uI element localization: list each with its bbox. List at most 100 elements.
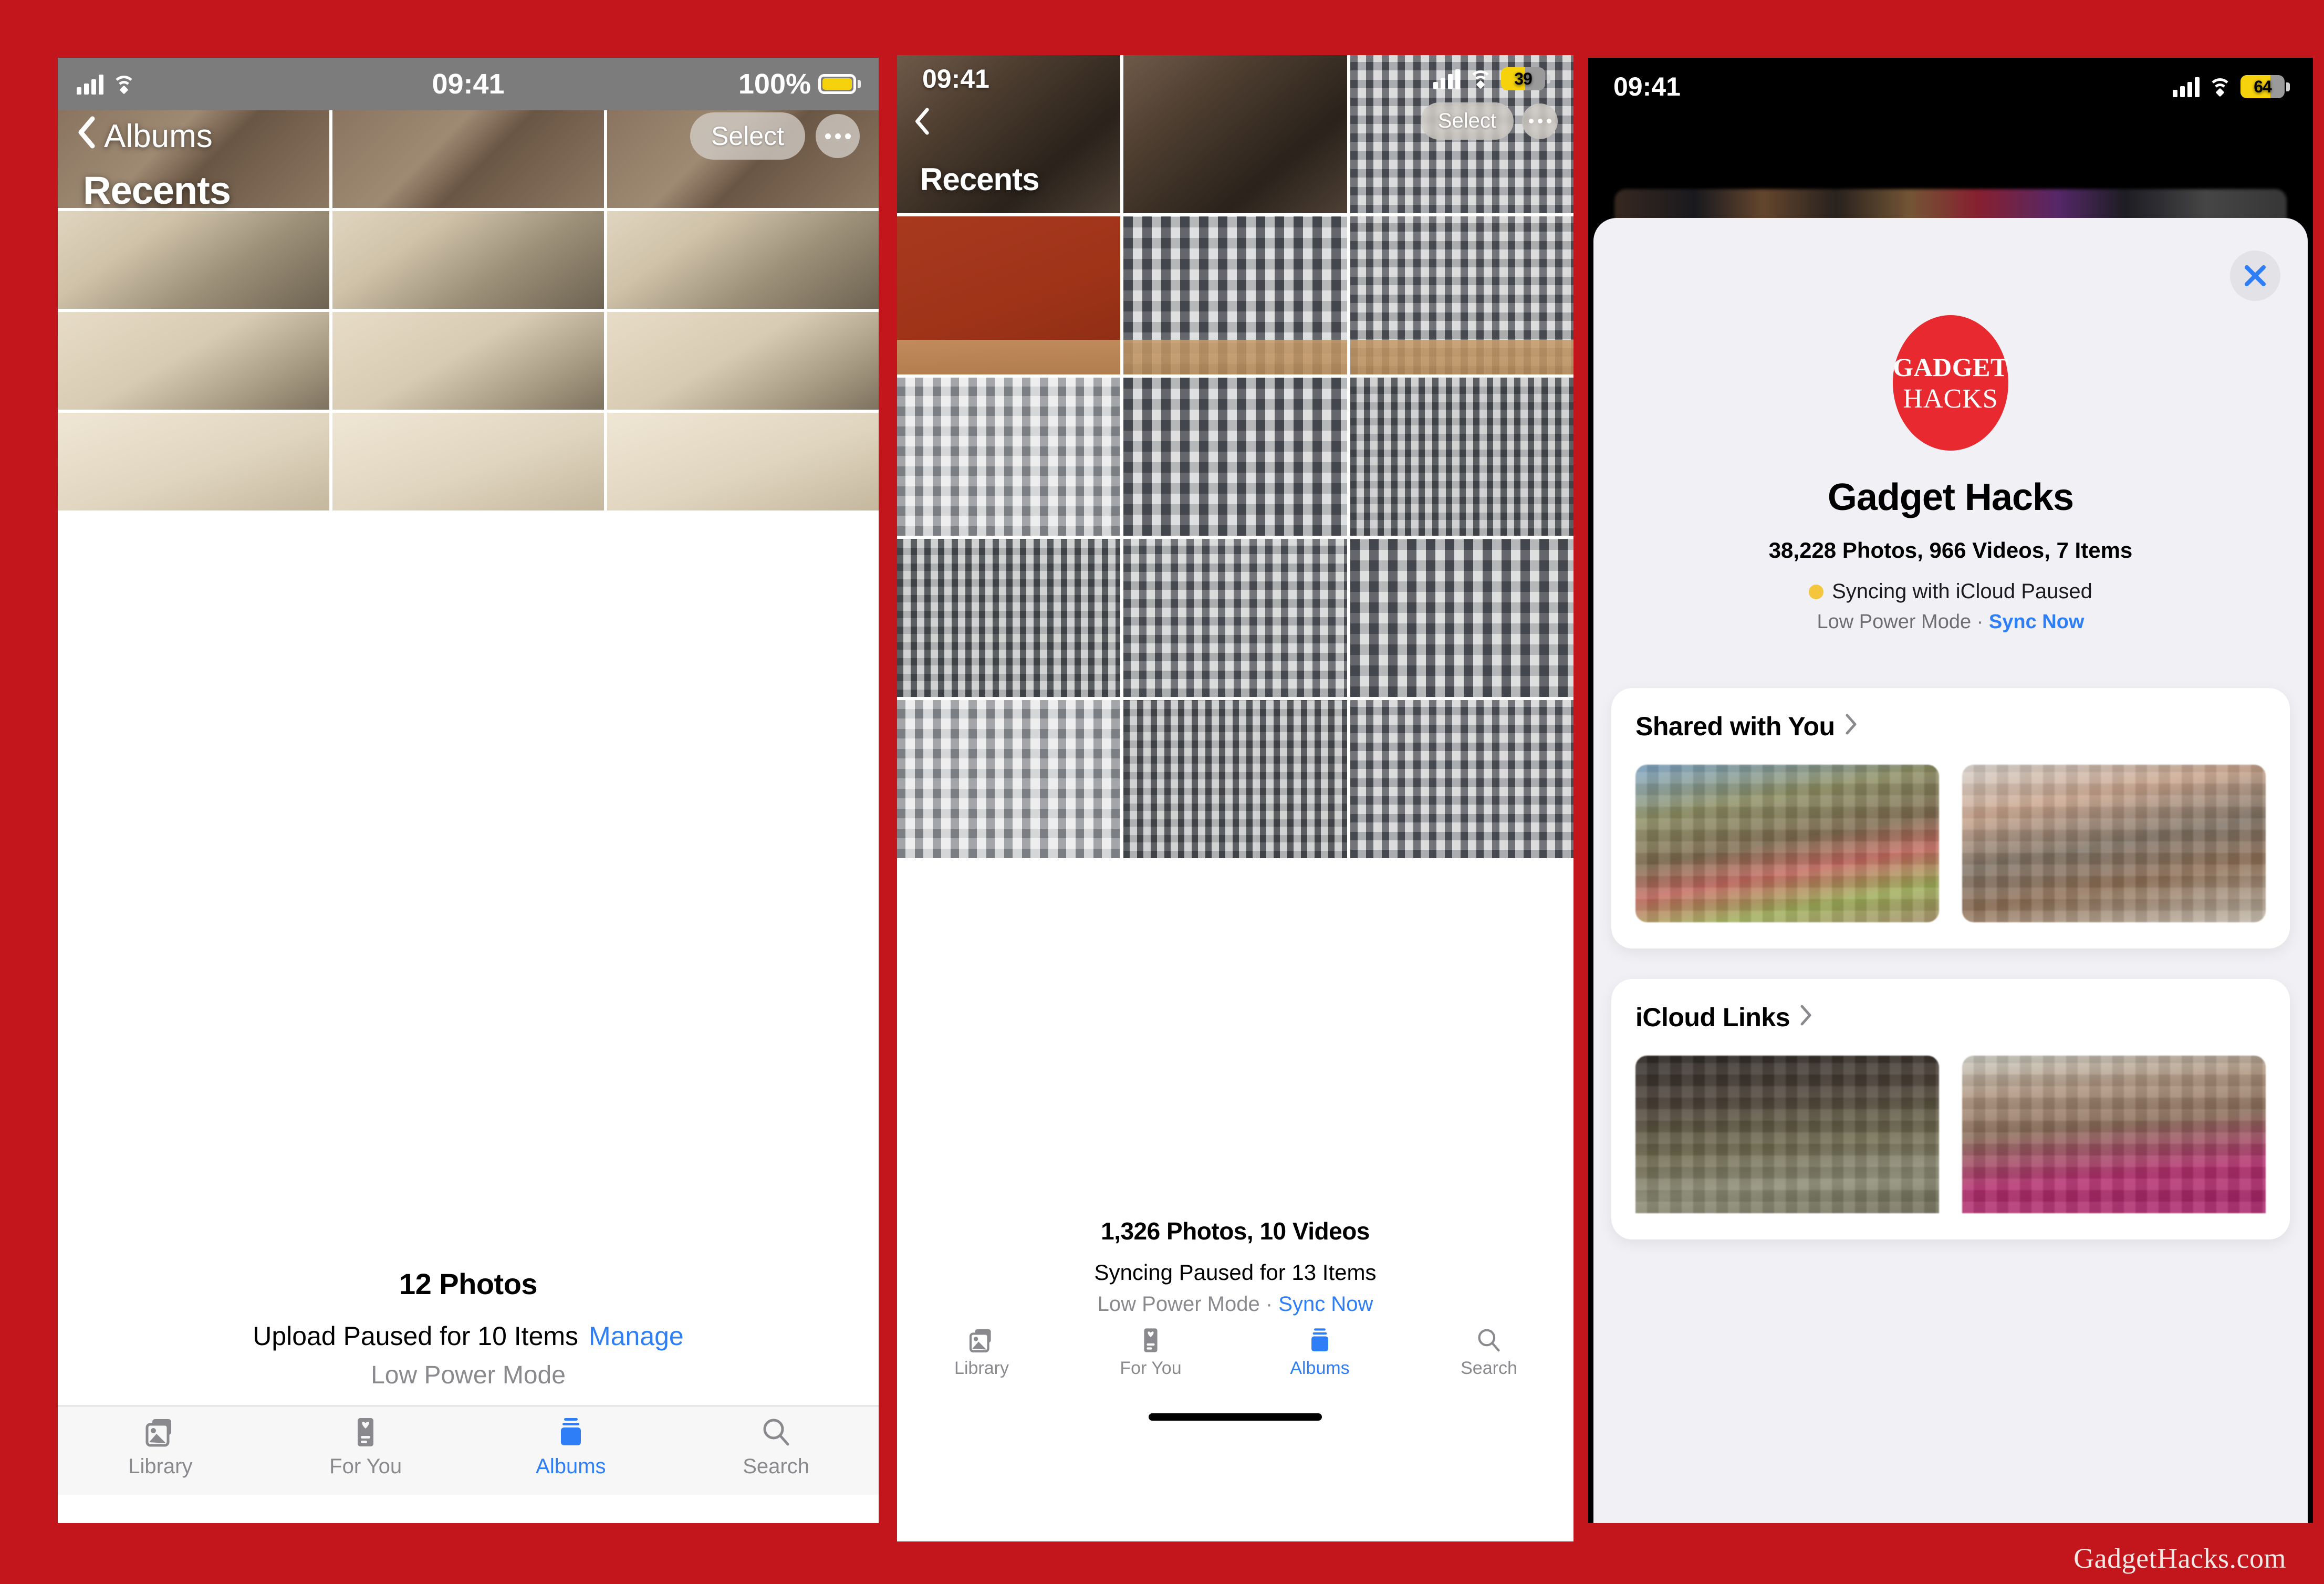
- tab-for-you-label: For You: [329, 1455, 402, 1478]
- photo-thumbnail[interactable]: [58, 211, 329, 309]
- photo-grid: [58, 110, 879, 1245]
- photo-thumbnail[interactable]: [58, 413, 329, 510]
- tab-albums[interactable]: Albums: [1235, 1322, 1404, 1401]
- photos-stack-icon: [144, 1416, 176, 1448]
- shared-with-you-header[interactable]: Shared with You: [1635, 711, 2266, 742]
- avatar: GADGET HACKS: [1893, 315, 2008, 451]
- status-bar-right: 100%: [738, 68, 861, 100]
- photo-thumbnail[interactable]: [897, 378, 1121, 536]
- account-sheet: GADGET HACKS Gadget Hacks 38,228 Photos,…: [1593, 218, 2308, 1523]
- more-options-button[interactable]: [816, 114, 860, 158]
- sync-now-link[interactable]: Sync Now: [1989, 611, 2085, 633]
- tab-search-label: Search: [1461, 1358, 1517, 1378]
- photo-thumbnail[interactable]: [332, 211, 604, 309]
- back-button-albums[interactable]: Albums: [76, 116, 213, 157]
- library-status-footer: 12 Photos Upload Paused for 10 Items Mana…: [58, 1245, 879, 1405]
- shared-thumbnail[interactable]: [1962, 765, 2266, 922]
- photo-thumbnail[interactable]: [607, 312, 879, 410]
- upload-status-label: Upload Paused for 10 Items: [253, 1321, 579, 1351]
- tab-for-you[interactable]: For You: [1066, 1322, 1235, 1401]
- low-power-mode-label: Low Power Mode ·: [1097, 1293, 1279, 1316]
- account-summary: GADGET HACKS Gadget Hacks 38,228 Photos,…: [1593, 218, 2308, 633]
- status-bar: 09:41 39: [897, 55, 1573, 102]
- tab-for-you[interactable]: For You: [263, 1406, 468, 1495]
- photo-thumbnail[interactable]: [1350, 700, 1573, 858]
- account-name: Gadget Hacks: [1827, 476, 2074, 518]
- tab-library-label: Library: [954, 1358, 1009, 1378]
- select-button[interactable]: Select: [690, 112, 805, 160]
- photo-grid: [897, 55, 1573, 1200]
- ellipsis-icon: [1528, 119, 1551, 123]
- watermark: GadgetHacks.com: [2073, 1543, 2286, 1574]
- photo-thumbnail[interactable]: [1123, 216, 1347, 374]
- photo-thumbnail[interactable]: [607, 413, 879, 510]
- tab-for-you-label: For You: [1120, 1358, 1182, 1378]
- photo-thumbnail[interactable]: [1123, 539, 1347, 697]
- photo-thumbnail[interactable]: [607, 211, 879, 309]
- select-button[interactable]: Select: [1420, 102, 1514, 140]
- status-bar: 09:41 64: [1588, 58, 2313, 116]
- icloud-links-header[interactable]: iCloud Links: [1635, 1002, 2266, 1033]
- for-you-card-icon: [1137, 1327, 1164, 1354]
- tab-search[interactable]: Search: [673, 1406, 879, 1495]
- photo-thumbnail[interactable]: [332, 312, 604, 410]
- shared-thumbnail[interactable]: [1635, 765, 1939, 922]
- photo-thumbnail[interactable]: [897, 216, 1121, 374]
- search-icon: [1475, 1327, 1503, 1354]
- sync-now-link[interactable]: Sync Now: [1278, 1293, 1373, 1316]
- low-power-mode-label: Low Power Mode ·: [1817, 611, 1989, 633]
- chevron-right-icon: [1844, 711, 1858, 742]
- photo-thumbnail[interactable]: [1350, 378, 1573, 536]
- photo-thumbnail[interactable]: [1123, 378, 1347, 536]
- nav-actions: Select: [690, 112, 860, 160]
- photo-thumbnail[interactable]: [332, 110, 604, 208]
- icloud-link-thumbnails: [1635, 1056, 2266, 1213]
- status-badge: [1809, 584, 1824, 599]
- shared-with-you-card: Shared with You: [1611, 688, 2290, 949]
- shared-thumbnails: [1635, 765, 2266, 922]
- screenshot-root: 09:41 100% Albums Select Recents 12 Phot…: [0, 0, 2324, 1584]
- photo-thumbnail[interactable]: [1350, 539, 1573, 697]
- photo-thumbnail[interactable]: [332, 413, 604, 510]
- tab-library[interactable]: Library: [897, 1322, 1066, 1401]
- battery-percent-label: 100%: [738, 68, 811, 100]
- battery-percent-label: 39: [1514, 69, 1533, 88]
- sync-status-label: Syncing Paused for 13 Items: [1094, 1260, 1377, 1285]
- tab-search[interactable]: Search: [1404, 1322, 1573, 1401]
- photo-count-label: 1,326 Photos, 10 Videos: [1101, 1217, 1370, 1245]
- search-icon: [760, 1416, 793, 1448]
- close-icon[interactable]: [2230, 251, 2280, 301]
- ellipsis-icon: [825, 133, 851, 139]
- albums-stack-icon: [1306, 1327, 1333, 1354]
- tab-albums[interactable]: Albums: [468, 1406, 674, 1495]
- photo-thumbnail[interactable]: [1123, 700, 1347, 858]
- icloud-link-thumbnail[interactable]: [1962, 1056, 2266, 1213]
- manage-link[interactable]: Manage: [589, 1321, 684, 1351]
- photo-thumbnail[interactable]: [1350, 216, 1573, 374]
- sync-sub-row: Low Power Mode · Sync Now: [1593, 611, 2308, 633]
- back-button[interactable]: [913, 107, 931, 136]
- photo-thumbnail[interactable]: [897, 539, 1121, 697]
- battery-icon: [818, 74, 861, 94]
- photo-thumbnail[interactable]: [897, 700, 1121, 858]
- tab-albums-label: Albums: [536, 1455, 606, 1478]
- shared-with-you-title: Shared with You: [1635, 712, 1835, 741]
- library-status-footer: 1,326 Photos, 10 Videos Syncing Paused f…: [897, 1200, 1573, 1322]
- albums-stack-icon: [555, 1416, 587, 1448]
- back-button-label: Albums: [104, 118, 213, 154]
- more-options-button[interactable]: [1522, 103, 1558, 139]
- nav-actions: Select: [1420, 102, 1558, 140]
- photos-stack-icon: [968, 1327, 995, 1354]
- icloud-link-thumbnail[interactable]: [1635, 1056, 1939, 1213]
- low-power-mode-label: Low Power Mode: [371, 1361, 566, 1389]
- for-you-card-icon: [349, 1416, 382, 1448]
- phone-screen-photos-recents-sync-paused: 09:41 39 Select Recents 1,326 Photos, 10…: [897, 55, 1573, 1541]
- battery-icon: 39: [1501, 67, 1550, 90]
- photo-thumbnail[interactable]: [58, 312, 329, 410]
- wifi-icon: [1468, 69, 1493, 89]
- tab-library[interactable]: Library: [58, 1406, 263, 1495]
- status-bar-clock: 09:41: [1613, 72, 1681, 101]
- phone-screen-photos-recents-paused: 09:41 100% Albums Select Recents 12 Phot…: [58, 58, 879, 1523]
- wifi-icon: [2208, 77, 2232, 97]
- status-bar-clock: 09:41: [922, 64, 989, 93]
